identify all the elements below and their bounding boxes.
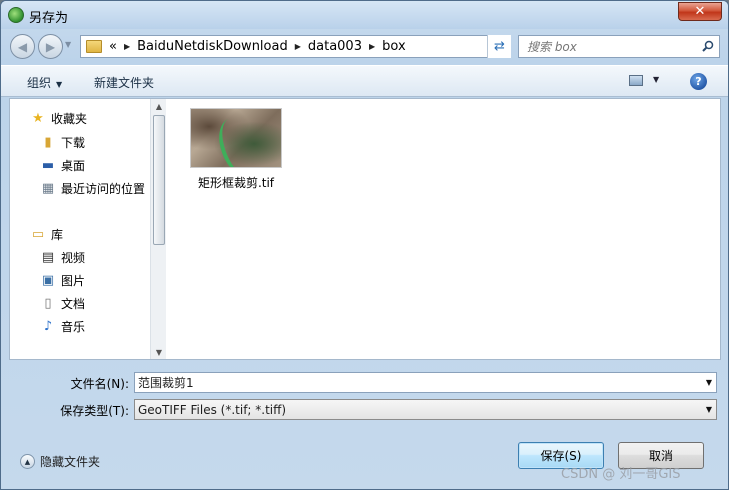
chevron-up-icon: ▲	[20, 454, 35, 469]
forward-button[interactable]: ▶	[38, 34, 63, 59]
nav-videos[interactable]: ▤ 视频	[40, 249, 85, 266]
video-icon: ▤	[41, 250, 55, 265]
filename-value: 范围裁剪1	[138, 376, 194, 390]
documents-icon: ▯	[44, 296, 52, 311]
star-icon: ★	[32, 111, 44, 126]
save-as-dialog: 另存为 ✕ ◀ ▶ ▼ « ▶ BaiduNetdiskDownload ▶ d…	[0, 0, 729, 490]
folder-icon	[86, 40, 102, 53]
music-icon: ♪	[43, 319, 53, 334]
breadcrumb-separator-icon[interactable]: ▶	[365, 42, 379, 51]
close-button[interactable]: ✕	[678, 2, 722, 21]
app-icon	[8, 7, 24, 23]
nav-favorites[interactable]: ★ 收藏夹	[30, 110, 87, 127]
scroll-down-icon[interactable]: ▼	[151, 345, 167, 359]
recent-places-icon: ▦	[41, 181, 55, 196]
chevron-down-icon[interactable]: ▼	[706, 378, 712, 387]
nav-libraries[interactable]: ▭ 库	[30, 226, 63, 243]
breadcrumb-separator-icon[interactable]: ▶	[120, 42, 134, 51]
image-thumbnail	[190, 108, 282, 168]
change-view-icon[interactable]	[629, 75, 643, 86]
breadcrumb-item[interactable]: BaiduNetdiskDownload	[134, 39, 291, 54]
organize-menu[interactable]: 组织 ▼	[27, 74, 62, 91]
file-item[interactable]: 矩形框裁剪.tif	[188, 108, 284, 191]
nav-music[interactable]: ♪ 音乐	[40, 318, 85, 335]
refresh-button[interactable]: ⇄	[487, 35, 511, 58]
breadcrumb-item[interactable]: box	[379, 39, 409, 54]
file-list: 矩形框裁剪.tif	[170, 99, 720, 359]
navigation-pane: ★ 收藏夹 ▮ 下载 ▬ 桌面 ▦ 最近访问的位置 ▭ 库 ▤ 视频 ▣ 图片 …	[10, 99, 166, 359]
recent-pages-dropdown-icon[interactable]: ▼	[65, 40, 77, 52]
nav-recent-places[interactable]: ▦ 最近访问的位置	[40, 180, 145, 197]
close-icon: ✕	[694, 4, 706, 19]
search-icon[interactable]	[702, 40, 714, 52]
filename-label: 文件名(N):	[70, 377, 129, 391]
scroll-thumb[interactable]	[153, 115, 165, 245]
library-icon: ▭	[31, 227, 45, 242]
command-toolbar: 组织 ▼ 新建文件夹 ▼ ?	[1, 65, 728, 97]
scroll-up-icon[interactable]: ▲	[151, 99, 167, 113]
back-arrow-icon: ◀	[17, 39, 28, 54]
breadcrumb-overflow[interactable]: «	[106, 39, 120, 54]
nav-pictures[interactable]: ▣ 图片	[40, 272, 85, 289]
download-folder-icon: ▮	[44, 135, 52, 150]
browser-area: ★ 收藏夹 ▮ 下载 ▬ 桌面 ▦ 最近访问的位置 ▭ 库 ▤ 视频 ▣ 图片 …	[9, 98, 721, 360]
hide-folders-toggle[interactable]: ▲ 隐藏文件夹	[20, 453, 100, 470]
search-box[interactable]	[518, 35, 720, 58]
chevron-down-icon: ▼	[56, 80, 63, 89]
title-bar[interactable]: 另存为 ✕	[1, 1, 728, 29]
address-row: ◀ ▶ ▼ « ▶ BaiduNetdiskDownload ▶ data003…	[1, 31, 728, 61]
file-name: 矩形框裁剪.tif	[197, 176, 275, 190]
filetype-select[interactable]: GeoTIFF Files (*.tif; *.tiff) ▼	[134, 399, 717, 420]
watermark: CSDN @ 刘一哥GIS	[561, 467, 681, 482]
search-input[interactable]	[527, 39, 697, 54]
back-button[interactable]: ◀	[10, 34, 35, 59]
nav-downloads[interactable]: ▮ 下载	[40, 134, 85, 151]
pictures-icon: ▣	[41, 273, 55, 288]
chevron-down-icon[interactable]: ▼	[706, 405, 712, 414]
filetype-value: GeoTIFF Files (*.tif; *.tiff)	[138, 402, 287, 417]
desktop-icon: ▬	[41, 158, 55, 173]
nav-scrollbar[interactable]: ▲ ▼	[150, 99, 166, 359]
address-bar[interactable]: « ▶ BaiduNetdiskDownload ▶ data003 ▶ box	[80, 35, 510, 58]
filename-input[interactable]: 范围裁剪1 ▼	[134, 372, 717, 393]
refresh-icon: ⇄	[494, 39, 505, 54]
new-folder-button[interactable]: 新建文件夹	[94, 74, 154, 91]
window-title: 另存为	[29, 11, 69, 26]
nav-documents[interactable]: ▯ 文档	[40, 295, 85, 312]
breadcrumb-separator-icon[interactable]: ▶	[291, 42, 305, 51]
filetype-label: 保存类型(T):	[60, 404, 129, 418]
breadcrumb-item[interactable]: data003	[305, 39, 365, 54]
forward-arrow-icon: ▶	[45, 39, 56, 54]
help-icon[interactable]: ?	[690, 73, 707, 90]
nav-desktop[interactable]: ▬ 桌面	[40, 157, 85, 174]
chevron-down-icon[interactable]: ▼	[653, 75, 659, 84]
